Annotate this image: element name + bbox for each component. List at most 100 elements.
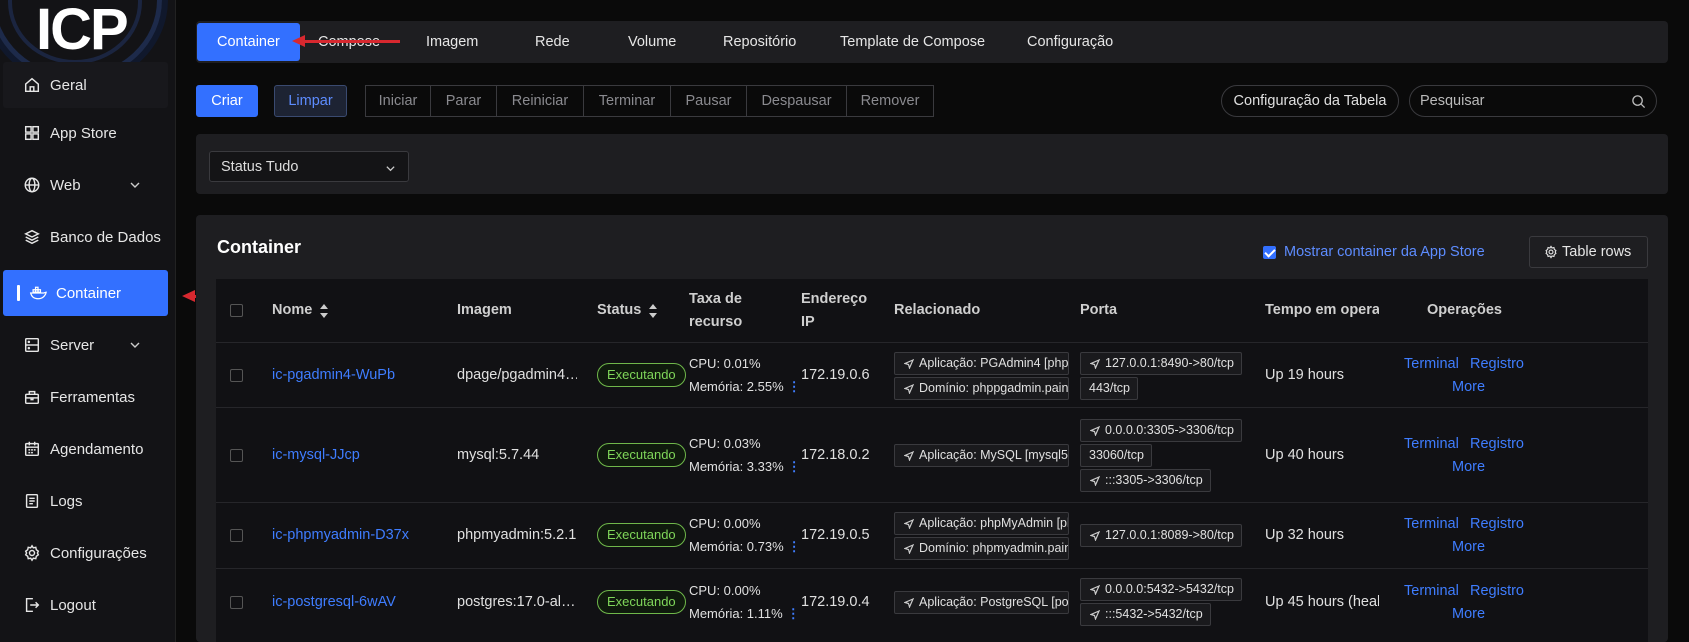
sidebar-item-banco-de-dados[interactable]: Banco de Dados — [3, 214, 168, 260]
navigation-icon — [904, 451, 914, 461]
sidebar-item-server[interactable]: Server — [3, 322, 168, 368]
select-all-header — [230, 279, 243, 342]
more-link[interactable]: More — [1452, 459, 1485, 475]
terminal-link[interactable]: Terminal — [1404, 516, 1459, 532]
container-name-link[interactable]: ic-pgadmin4-WuPb — [272, 367, 395, 383]
toolbox-icon — [24, 390, 40, 405]
more-link[interactable]: More — [1452, 606, 1485, 622]
status-badge: Executando — [597, 523, 686, 547]
terminal-link[interactable]: Terminal — [1404, 436, 1459, 452]
uptime-cell: Up 40 hours — [1265, 447, 1344, 463]
chevron-down-icon — [386, 166, 395, 172]
more-vert-icon[interactable]: ⋮ — [788, 455, 801, 478]
sort-icon[interactable] — [649, 303, 658, 318]
unpause-button[interactable]: Despausar — [746, 85, 847, 117]
row-checkbox[interactable] — [230, 449, 243, 462]
column-header-status[interactable]: Status — [597, 279, 658, 342]
tab-rede[interactable]: Rede — [535, 23, 570, 61]
ip-cell: 172.19.0.4 — [801, 594, 870, 610]
column-header-port: Porta — [1080, 302, 1118, 318]
sidebar-item-app-store[interactable]: App Store — [3, 110, 168, 156]
more-link[interactable]: More — [1452, 379, 1485, 395]
related-tag[interactable]: Aplicação: MySQL [mysql57] — [894, 444, 1069, 467]
tab-bar: Container Compose Imagem Rede Volume Rep… — [196, 21, 1668, 63]
column-header-name[interactable]: Nome — [272, 279, 329, 342]
log-link[interactable]: Registro — [1470, 436, 1524, 452]
pause-button[interactable]: Pausar — [670, 85, 747, 117]
sidebar-item-web[interactable]: Web — [3, 162, 168, 208]
sidebar-item-label: Container — [56, 284, 122, 302]
table-rows-button[interactable]: Table rows — [1529, 236, 1648, 268]
more-vert-icon[interactable]: ⋮ — [787, 602, 800, 625]
sidebar-item-label: Configurações — [50, 544, 147, 562]
checkbox-checked[interactable] — [1263, 245, 1276, 259]
image-cell: postgres:17.0-al… — [457, 594, 576, 610]
more-vert-icon[interactable]: ⋮ — [788, 535, 801, 558]
row-checkbox[interactable] — [230, 369, 243, 382]
status-badge: Executando — [597, 443, 686, 467]
container-name-link[interactable]: ic-mysql-JJcp — [272, 447, 360, 463]
sidebar-item-label: Logs — [50, 492, 83, 510]
port-tag[interactable]: 33060/tcp — [1080, 444, 1152, 467]
related-tag[interactable]: Domínio: phpmyadmin.painel.j — [894, 537, 1069, 560]
port-tag[interactable]: 0.0.0.0:3305->3306/tcp — [1080, 419, 1242, 442]
log-link[interactable]: Registro — [1470, 356, 1524, 372]
select-all-checkbox[interactable] — [230, 304, 243, 317]
port-tag[interactable]: 127.0.0.1:8490->80/tcp — [1080, 352, 1242, 375]
tab-repositorio[interactable]: Repositório — [723, 23, 796, 61]
stop-button[interactable]: Parar — [430, 85, 497, 117]
tab-configuracao[interactable]: Configuração — [1027, 23, 1113, 61]
show-app-store-checkbox[interactable]: Mostrar container da App Store — [1263, 244, 1485, 260]
terminate-button[interactable]: Terminar — [583, 85, 671, 117]
container-name-link[interactable]: ic-postgresql-6wAV — [272, 594, 396, 610]
table-row: ic-pgadmin4-WuPb dpage/pgadmin4… Executa… — [216, 342, 1648, 407]
tab-container[interactable]: Container — [197, 23, 300, 61]
sidebar-item-logs[interactable]: Logs — [3, 478, 168, 524]
sidebar-item-label: Agendamento — [50, 440, 144, 458]
related-tag[interactable]: Aplicação: phpMyAdmin [phpr — [894, 512, 1069, 535]
sidebar-item-agendamento[interactable]: Agendamento — [3, 426, 168, 472]
port-tag[interactable]: 0.0.0.0:5432->5432/tcp — [1080, 578, 1242, 601]
sidebar-item-ferramentas[interactable]: Ferramentas — [3, 374, 168, 420]
terminal-link[interactable]: Terminal — [1404, 356, 1459, 372]
create-button[interactable]: Criar — [196, 85, 258, 117]
status-select[interactable]: Status Tudo — [209, 151, 409, 182]
row-checkbox[interactable] — [230, 529, 243, 542]
column-header-ip: Endereço IP — [801, 290, 868, 330]
remove-button[interactable]: Remover — [846, 85, 934, 117]
table-config-button[interactable]: Configuração da Tabela — [1221, 85, 1399, 117]
restart-button[interactable]: Reiniciar — [496, 85, 584, 117]
related-tag[interactable]: Aplicação: PGAdmin4 [phppga — [894, 352, 1069, 375]
port-tag[interactable]: :::3305->3306/tcp — [1080, 469, 1211, 492]
log-link[interactable]: Registro — [1470, 583, 1524, 599]
more-link[interactable]: More — [1452, 539, 1485, 555]
port-tag[interactable]: 443/tcp — [1080, 377, 1139, 400]
row-checkbox[interactable] — [230, 596, 243, 609]
container-name-link[interactable]: ic-phpmyadmin-D37x — [272, 527, 409, 543]
sidebar-item-container[interactable]: Container — [3, 270, 168, 316]
navigation-icon — [1090, 531, 1100, 541]
more-vert-icon[interactable]: ⋮ — [788, 375, 801, 398]
clear-button[interactable]: Limpar — [274, 85, 347, 117]
related-tag[interactable]: Aplicação: PostgreSQL [postg — [894, 591, 1069, 614]
port-tag[interactable]: 127.0.0.1:8089->80/tcp — [1080, 524, 1242, 547]
related-tag[interactable]: Domínio: phppgadmin.painel.js — [894, 377, 1069, 400]
terminal-link[interactable]: Terminal — [1404, 583, 1459, 599]
chevron-down-icon — [130, 342, 140, 348]
column-header-resource: Taxa de recurso — [689, 290, 743, 330]
tab-imagem[interactable]: Imagem — [426, 23, 478, 61]
sidebar-item-label: Geral — [50, 76, 87, 94]
log-link[interactable]: Registro — [1470, 516, 1524, 532]
container-card: Container Mostrar container da App Store… — [196, 215, 1668, 642]
ip-cell: 172.18.0.2 — [801, 447, 870, 463]
search-input[interactable]: Pesquisar — [1409, 85, 1657, 117]
sidebar: ICP Geral App Store Web Banco de Dados C… — [0, 0, 176, 642]
sidebar-item-configuracoes[interactable]: Configurações — [3, 530, 168, 576]
sort-icon[interactable] — [320, 303, 329, 318]
port-tag[interactable]: :::5432->5432/tcp — [1080, 603, 1211, 626]
tab-template-de-compose[interactable]: Template de Compose — [840, 23, 985, 61]
sidebar-item-logout[interactable]: Logout — [3, 582, 168, 628]
sidebar-item-geral[interactable]: Geral — [3, 62, 168, 108]
start-button[interactable]: Iniciar — [365, 85, 431, 117]
tab-volume[interactable]: Volume — [628, 23, 676, 61]
